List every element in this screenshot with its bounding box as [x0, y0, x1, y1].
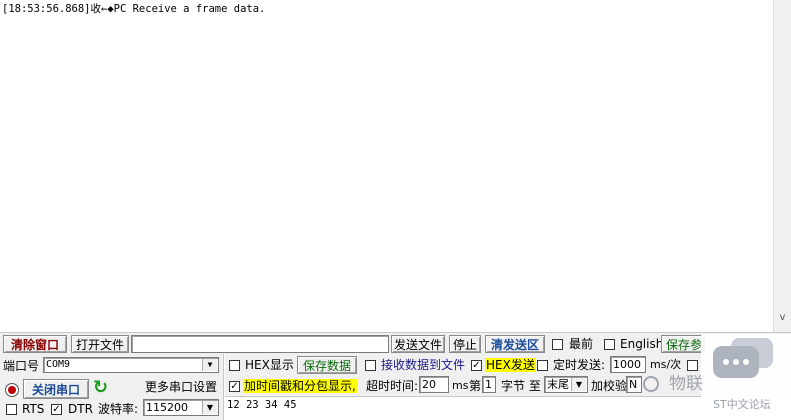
baud-select[interactable]: 115200 ▼: [143, 399, 219, 416]
extra-checkbox[interactable]: [687, 360, 698, 371]
timeout-ms-label: ms: [452, 379, 469, 392]
ms-per-label: ms/次: [650, 358, 682, 371]
save-params-button[interactable]: 保存参: [661, 335, 705, 353]
save-data-button[interactable]: 保存数据: [297, 356, 357, 374]
receive-scrollbar[interactable]: v: [773, 0, 791, 332]
byte-index-input[interactable]: 1: [482, 376, 496, 393]
watermark: ST中文论坛: [701, 334, 791, 420]
hex-send-label: HEX发送: [485, 358, 536, 372]
wechat-icon: [643, 376, 659, 392]
recv-to-file-label: 接收数据到文件: [381, 358, 466, 372]
more-settings-link[interactable]: 更多串口设置: [145, 380, 217, 394]
dtr-checkbox[interactable]: ✓: [51, 404, 62, 415]
port-panel: 端口号 COM9 ▼ 关闭串口 ↻ 更多串口设置 RTS ✓ DTR 波特率: …: [0, 354, 224, 420]
hex-display-checkbox[interactable]: [229, 360, 240, 371]
open-file-button[interactable]: 打开文件: [71, 335, 129, 353]
toolbar: 清除窗口 打开文件 发送文件 停止 清发送区 最前 English 保存参: [0, 332, 791, 354]
refresh-icon[interactable]: ↻: [93, 378, 111, 398]
timed-interval-input[interactable]: 1000: [610, 356, 646, 373]
stop-button[interactable]: 停止: [449, 335, 481, 353]
baud-select-value: 115200: [146, 401, 188, 414]
rts-label: RTS: [22, 402, 45, 416]
timeout-label: 超时时间:: [366, 379, 419, 393]
clear-send-button[interactable]: 清发送区: [485, 335, 545, 353]
receive-area[interactable]: [18:53:56.868]收←◆PC Receive a frame data…: [0, 0, 773, 332]
watermark-brand-text: 物联: [669, 374, 703, 394]
chevron-down-icon: ▼: [202, 359, 217, 371]
chevron-down-icon: ▼: [202, 401, 217, 414]
port-label: 端口号: [3, 359, 40, 373]
scroll-down-arrow-icon[interactable]: v: [774, 312, 791, 328]
end-select-value: 末尾: [547, 378, 569, 391]
timestamp-label: 加时间戳和分包显示,: [243, 379, 357, 393]
recv-to-file-checkbox[interactable]: [365, 360, 376, 371]
send-text: 12 23 34 45: [227, 399, 297, 411]
file-path-input[interactable]: [131, 335, 389, 353]
port-status-icon: [5, 383, 19, 397]
rts-checkbox[interactable]: [6, 404, 17, 415]
chat-bubble-icon: [713, 338, 775, 382]
port-select-value: COM9: [46, 359, 71, 370]
hex-display-label: HEX显示: [245, 358, 294, 372]
timestamp-checkbox[interactable]: ✓: [229, 381, 240, 392]
dtr-label: DTR: [68, 402, 93, 416]
watermark-forum-text: ST中文论坛: [713, 398, 771, 411]
baud-label: 波特率:: [98, 402, 139, 416]
byte-prefix-label: 第: [469, 379, 482, 393]
checksum-select[interactable]: N: [626, 376, 642, 393]
close-port-button[interactable]: 关闭串口: [23, 379, 89, 399]
receive-log-line: [18:53:56.868]收←◆PC Receive a frame data…: [2, 3, 266, 15]
english-checkbox[interactable]: [604, 339, 615, 350]
timeout-input[interactable]: 20: [419, 376, 449, 393]
end-select[interactable]: 末尾 ▼: [544, 376, 588, 393]
english-label: English: [620, 337, 664, 351]
topmost-label: 最前: [569, 337, 594, 351]
send-file-button[interactable]: 发送文件: [391, 335, 445, 353]
chevron-down-icon: ▼: [571, 378, 586, 391]
watermark-brand: 物联: [641, 372, 703, 396]
topmost-checkbox[interactable]: [552, 339, 563, 350]
timed-send-label: 定时发送:: [553, 358, 606, 372]
checksum-label: 加校验: [591, 379, 628, 393]
hex-send-checkbox[interactable]: ✓: [471, 360, 482, 371]
send-textarea[interactable]: 12 23 34 45: [225, 396, 701, 420]
clear-window-button[interactable]: 清除窗口: [3, 335, 67, 353]
timed-send-checkbox[interactable]: [537, 360, 548, 371]
byte-suffix-label: 字节 至: [501, 379, 541, 393]
port-select[interactable]: COM9 ▼: [43, 357, 219, 373]
